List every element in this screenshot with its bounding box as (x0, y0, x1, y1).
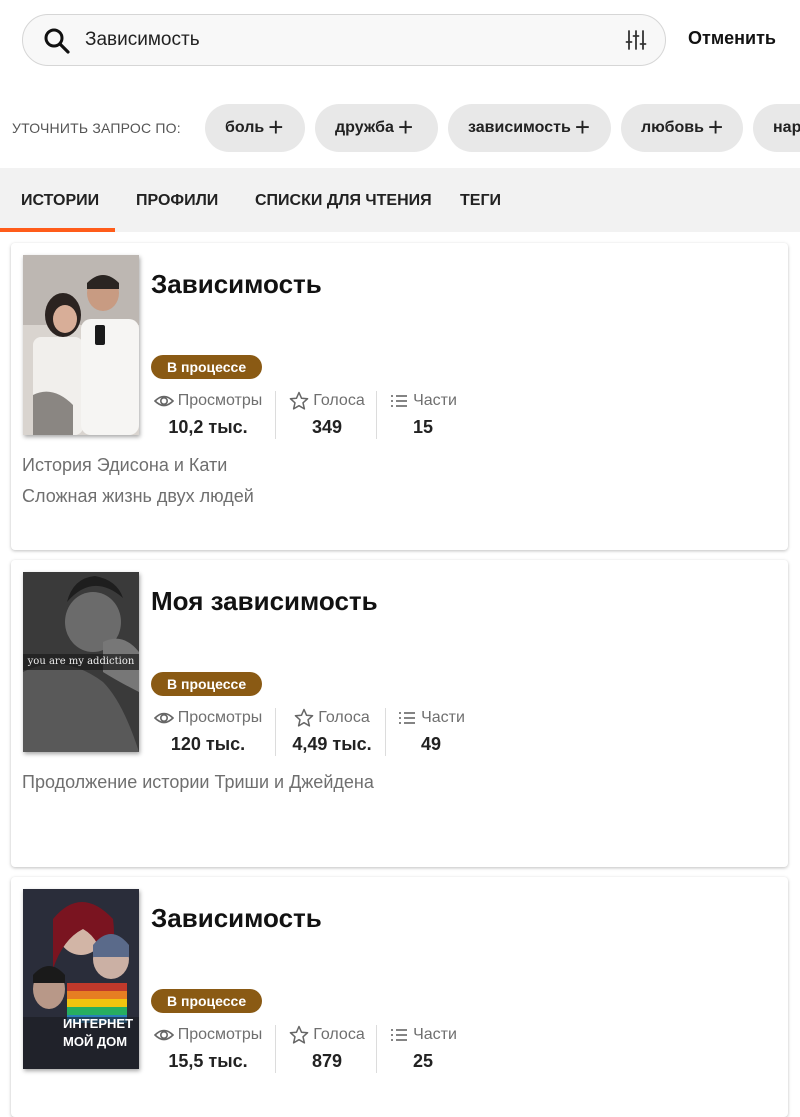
list-icon (391, 1029, 408, 1041)
stat-views: Просмотры 15,5 тыс. (151, 1025, 265, 1075)
stat-value: 879 (311, 1051, 343, 1071)
tag-chip-pain[interactable]: боль + (205, 104, 305, 152)
stat-value: 15,5 тыс. (168, 1051, 248, 1071)
chip-label: боль (225, 119, 265, 136)
story-card[interactable]: ИНТЕРНЕТ МОЙ ДОМ Зависимость В процессе … (11, 877, 788, 1117)
stat-label: Просмотры (177, 1026, 263, 1043)
tab-tags[interactable]: ТЕГИ (460, 192, 501, 210)
stat-value: 4,49 тыс. (292, 734, 372, 754)
stat-value: 349 (311, 417, 343, 437)
eye-icon (153, 712, 174, 724)
story-description-line: Сложная жизнь двух людей (22, 486, 254, 506)
stat-label: Просмотры (177, 392, 263, 409)
stat-parts: Части 25 (387, 1025, 459, 1075)
search-box[interactable] (22, 14, 666, 66)
stat-parts: Части 49 (395, 708, 467, 758)
story-title[interactable]: Зависимость (151, 903, 322, 934)
plus-icon: + (707, 111, 724, 142)
story-cover-image[interactable] (23, 255, 139, 435)
search-bar-row: Отменить (0, 0, 800, 88)
eye-icon (153, 1029, 174, 1041)
tab-stories[interactable]: ИСТОРИИ (21, 192, 99, 210)
status-badge: В процессе (151, 989, 263, 1013)
divider (376, 391, 377, 439)
story-cover-image[interactable]: ИНТЕРНЕТ МОЙ ДОМ (23, 889, 139, 1069)
story-title[interactable]: Зависимость (151, 269, 322, 300)
refine-query-row: УТОЧНИТЬ ЗАПРОС ПО: боль + дружба + зависи… (0, 100, 800, 158)
star-icon (289, 1025, 309, 1044)
chip-label: любовь (641, 119, 704, 136)
list-icon (391, 395, 408, 407)
story-card[interactable]: you are my addiction Моя зависимость В п… (11, 560, 788, 867)
stat-views: Просмотры 120 тыс. (151, 708, 265, 758)
plus-icon: + (268, 111, 284, 142)
active-tab-indicator (0, 228, 115, 232)
divider (275, 708, 276, 756)
tab-profiles[interactable]: ПРОФИЛИ (136, 192, 218, 210)
refine-label: УТОЧНИТЬ ЗАПРОС ПО: (12, 120, 181, 136)
stat-value: 15 (412, 417, 434, 437)
stat-label: Голоса (318, 709, 370, 726)
stat-value: 25 (412, 1051, 434, 1071)
plus-icon: + (397, 111, 414, 142)
result-tabs: ИСТОРИИ ПРОФИЛИ СПИСКИ ДЛЯ ЧТЕНИЯ ТЕГИ (0, 168, 800, 232)
stat-value: 10,2 тыс. (168, 417, 248, 437)
stat-label: Части (413, 392, 457, 409)
search-input[interactable] (85, 27, 605, 53)
stat-label: Голоса (313, 1026, 365, 1043)
tag-chip-friendship[interactable]: дружба + (315, 104, 438, 152)
stat-votes: Голоса 4,49 тыс. (285, 708, 379, 758)
cover-caption: ИНТЕРНЕТ МОЙ ДОМ (63, 1016, 134, 1049)
stat-label: Части (413, 1026, 457, 1043)
chip-label: дружба (335, 119, 394, 136)
chip-label: нар (773, 119, 800, 136)
story-cover-image[interactable]: you are my addiction (23, 572, 139, 752)
chip-label: зависимость (468, 119, 571, 136)
story-title[interactable]: Моя зависимость (151, 586, 378, 617)
eye-icon (153, 395, 174, 407)
story-description-line: Продолжение истории Триши и Джейдена (22, 772, 374, 792)
stat-votes: Голоса 879 (287, 1025, 367, 1075)
divider (275, 391, 276, 439)
tab-reading-lists[interactable]: СПИСКИ ДЛЯ ЧТЕНИЯ (255, 192, 432, 210)
divider (275, 1025, 276, 1073)
filter-sliders-icon[interactable] (625, 29, 647, 51)
star-icon (294, 708, 314, 727)
tag-chip-love[interactable]: любовь + (621, 104, 743, 152)
stat-votes: Голоса 349 (287, 391, 367, 441)
plus-icon: + (574, 111, 590, 142)
story-card[interactable]: Зависимость В процессе Просмотры 10,2 ты… (11, 243, 788, 550)
divider (376, 1025, 377, 1073)
stat-label: Просмотры (177, 709, 263, 726)
stat-value: 49 (420, 734, 442, 754)
status-badge: В процессе (151, 355, 263, 379)
stat-views: Просмотры 10,2 тыс. (151, 391, 265, 441)
status-badge: В процессе (151, 672, 263, 696)
stat-parts: Части 15 (387, 391, 459, 441)
divider (385, 708, 386, 756)
story-description-line: История Эдисона и Кати (22, 455, 228, 475)
search-icon (44, 28, 70, 54)
list-icon (399, 712, 416, 724)
cover-caption: you are my addiction (27, 656, 135, 667)
cancel-button[interactable]: Отменить (688, 28, 776, 49)
star-icon (289, 391, 309, 410)
stat-label: Голоса (313, 392, 365, 409)
stat-value: 120 тыс. (170, 734, 246, 754)
tag-chip-partial[interactable]: нар (753, 104, 800, 152)
tag-chip-addiction[interactable]: зависимость + (448, 104, 611, 152)
stat-label: Части (421, 709, 465, 726)
